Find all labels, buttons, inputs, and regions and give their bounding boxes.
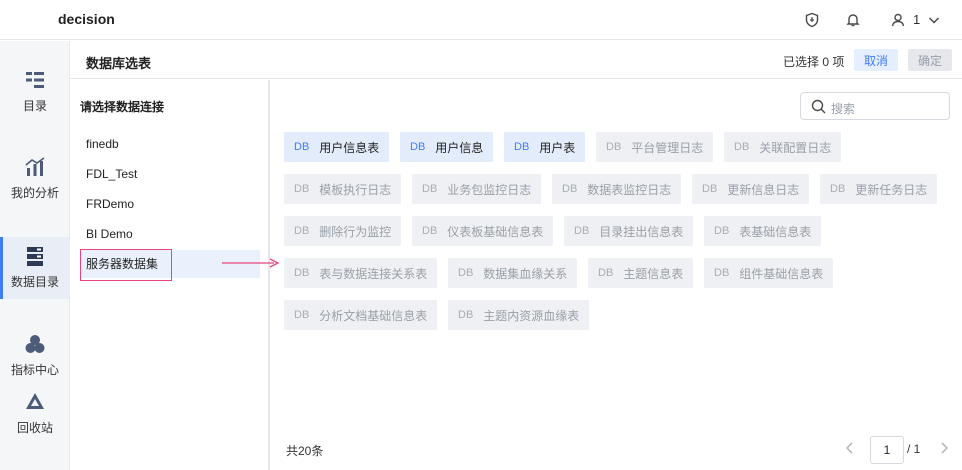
data-catalog-icon <box>27 247 43 266</box>
table-tag[interactable]: DB 表基础信息表 <box>704 216 822 246</box>
chevron-left-icon[interactable] <box>844 441 856 458</box>
recycle-icon <box>26 393 44 409</box>
annotation-arrow-icon <box>222 258 280 268</box>
chevron-right-icon[interactable] <box>938 441 950 458</box>
selected-count: 已选择 0 项 <box>783 55 845 69</box>
table-tag[interactable]: DB 仪表板基础信息表 <box>412 216 554 246</box>
sidebar-item-catalog[interactable]: 目录 <box>0 69 70 114</box>
search-placeholder: 搜索 <box>831 102 856 116</box>
connection-item[interactable]: finedb <box>80 130 260 158</box>
sidebar: 目录 我的分析 数据目录 指标中心 回收站 <box>0 41 70 470</box>
connection-item[interactable]: FRDemo <box>80 190 260 218</box>
user-name[interactable]: 1 <box>913 12 920 27</box>
table-tag[interactable]: DB 目录挂出信息表 <box>564 216 694 246</box>
shield-icon[interactable] <box>802 10 822 30</box>
catalog-icon <box>26 72 44 88</box>
total-count: 共20条 <box>286 444 324 458</box>
sidebar-item-label: 数据目录 <box>10 275 59 289</box>
table-tag[interactable]: DB 组件基础信息表 <box>704 258 834 288</box>
app-title: decision <box>58 11 115 27</box>
highlight-box <box>80 249 172 281</box>
top-bar: decision 1 <box>0 0 962 40</box>
connection-item-selected[interactable]: 服务器数据集 <box>80 249 260 281</box>
table-tag[interactable]: DB 删除行为监控 <box>284 216 402 246</box>
connection-item[interactable]: BI Demo <box>80 220 260 248</box>
table-tag[interactable]: DB 分析文档基础信息表 <box>284 300 438 330</box>
table-tag[interactable]: DB 平台管理日志 <box>596 132 714 162</box>
table-tag[interactable]: DB 用户信息 <box>400 132 494 162</box>
confirm-button[interactable]: 确定 <box>908 49 952 71</box>
connection-panel-title: 请选择数据连接 <box>80 100 165 114</box>
bell-icon[interactable] <box>843 10 863 30</box>
page-total: / 1 <box>907 442 921 456</box>
search-input[interactable]: 搜索 <box>800 92 950 120</box>
table-tag[interactable]: DB 更新任务日志 <box>820 174 938 204</box>
search-icon <box>811 99 826 114</box>
sidebar-item-metrics[interactable]: 指标中心 <box>0 333 70 378</box>
user-icon[interactable] <box>888 10 908 30</box>
table-tag[interactable]: DB 业务包监控日志 <box>412 174 542 204</box>
sidebar-item-label: 我的分析 <box>10 186 59 200</box>
table-tag[interactable]: DB 数据集血缘关系 <box>448 258 578 288</box>
chevron-down-icon[interactable] <box>924 10 944 30</box>
sidebar-item-label: 目录 <box>22 99 47 113</box>
table-tag[interactable]: DB 数据表监控日志 <box>552 174 682 204</box>
connection-item[interactable]: FDL_Test <box>80 160 260 188</box>
sidebar-item-data-catalog[interactable]: 数据目录 <box>0 237 70 299</box>
sidebar-item-label: 指标中心 <box>10 363 59 377</box>
table-tag[interactable]: DB 关联配置日志 <box>724 132 842 162</box>
sidebar-item-analysis[interactable]: 我的分析 <box>0 156 70 201</box>
cancel-button[interactable]: 取消 <box>854 49 898 71</box>
table-tag[interactable]: DB 模板执行日志 <box>284 174 402 204</box>
table-tag[interactable]: DB 表与数据连接关系表 <box>284 258 438 288</box>
connection-panel: 请选择数据连接 finedb FDL_Test FRDemo BI Demo 服… <box>70 80 270 470</box>
table-tag[interactable]: DB 用户表 <box>504 132 586 162</box>
table-tag[interactable]: DB 用户信息表 <box>284 132 390 162</box>
table-tag[interactable]: DB 主题信息表 <box>588 258 694 288</box>
analysis-icon <box>25 157 45 176</box>
page-input[interactable]: 1 <box>870 436 904 464</box>
page-title: 数据库选表 <box>86 56 152 71</box>
metrics-icon <box>25 335 45 353</box>
sidebar-item-recycle[interactable]: 回收站 <box>0 391 70 436</box>
panel-header: 数据库选表 已选择 0 项 取消 确定 <box>70 41 962 79</box>
sidebar-item-label: 回收站 <box>16 421 53 435</box>
table-tag[interactable]: DB 更新信息日志 <box>692 174 810 204</box>
table-tag[interactable]: DB 主题内资源血缘表 <box>448 300 590 330</box>
